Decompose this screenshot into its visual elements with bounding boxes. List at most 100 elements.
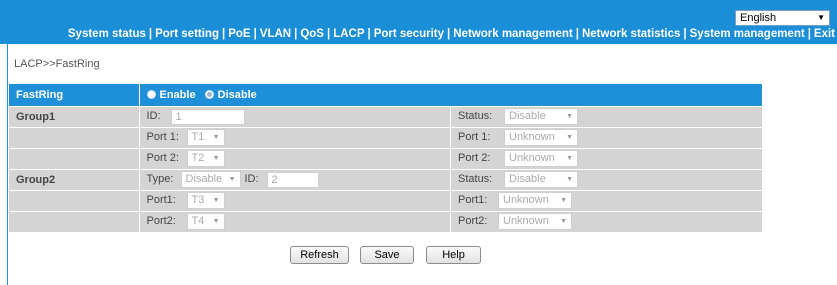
group2-port2-status-value: Unknown: [503, 215, 549, 227]
group1-id-row: Group1 ID: 1 Status: Disable ▼: [9, 106, 762, 128]
group1-id-cell: ID: 1: [139, 106, 451, 128]
group1-port1-status-label: Port 1:: [458, 131, 491, 144]
language-select[interactable]: English ▼: [735, 10, 830, 26]
group2-port2-status-select[interactable]: Unknown ▼: [498, 213, 572, 230]
group2-type-cell: Type: Disable ▼ ID: 2: [139, 169, 451, 191]
group1-status-label: Status:: [458, 110, 493, 123]
nav-lacp[interactable]: LACP: [333, 28, 364, 40]
group2-port1-value: T3: [191, 194, 205, 206]
chevron-down-icon: ▼: [212, 134, 220, 141]
nav-exit[interactable]: Exit: [814, 28, 835, 40]
nav-separator: |: [294, 28, 298, 40]
chevron-down-icon: ▼: [212, 197, 220, 204]
chevron-down-icon: ▼: [228, 176, 236, 183]
group1-port1-status-cell: Port 1: Unknown ▼: [450, 127, 762, 149]
nav-system-management[interactable]: System management: [690, 28, 805, 40]
group1-port2-label: Port 2:: [146, 152, 179, 165]
disable-label: Disable: [217, 88, 257, 101]
group1-port1-cell: Port 1: T1 ▼: [139, 127, 451, 149]
save-button[interactable]: Save: [360, 246, 414, 264]
enable-radio[interactable]: [146, 89, 156, 99]
group2-port1-status-cell: Port1: Unknown ▼: [450, 190, 762, 212]
group1-status-value: Disable: [509, 110, 546, 122]
chevron-down-icon: ▼: [560, 197, 567, 204]
group1-status-select[interactable]: Disable ▼: [504, 108, 578, 125]
group1-status-cell: Status: Disable ▼: [450, 106, 762, 128]
disable-radio[interactable]: [204, 89, 214, 99]
group1-port2-select[interactable]: T2 ▼: [186, 150, 225, 167]
group1-port2-status-label: Port 2:: [458, 152, 491, 165]
group1-port2-row: Port 2: T2 ▼ Port 2: Unknown ▼: [9, 148, 762, 170]
main-nav: System status | Port setting | PoE | VLAN | QoS |…: [68, 28, 835, 40]
group2-label: Group2: [9, 169, 140, 191]
group2-type-label: Type:: [146, 173, 174, 186]
nav-poe[interactable]: PoE: [228, 28, 250, 40]
nav-network-management[interactable]: Network management: [453, 28, 573, 40]
empty-cell: [9, 127, 140, 149]
group1-port1-status-select[interactable]: Unknown ▼: [504, 129, 578, 146]
chevron-down-icon: ▼: [566, 155, 573, 162]
nav-separator: |: [807, 28, 811, 40]
fastring-header-row: FastRing Enable Disable: [9, 84, 762, 107]
group1-port2-status-cell: Port 2: Unknown ▼: [450, 148, 762, 170]
empty-cell: [9, 211, 140, 233]
fastring-form-table: FastRing Enable Disable Group1 ID: 1 Stat…: [9, 84, 762, 233]
group2-type-select[interactable]: Disable ▼: [180, 171, 241, 188]
nav-separator: |: [575, 28, 579, 40]
refresh-button[interactable]: Refresh: [290, 246, 349, 264]
empty-cell: [9, 148, 140, 170]
breadcrumb: LACP>>FastRing: [14, 58, 100, 70]
group2-id-input[interactable]: 2: [266, 171, 319, 188]
group2-port1-status-value: Unknown: [503, 194, 549, 206]
top-header: English ▼ System status | Port setting | PoE…: [0, 0, 837, 44]
nav-separator: |: [367, 28, 371, 40]
empty-cell: [9, 190, 140, 212]
group2-port2-value: T4: [191, 215, 205, 227]
chevron-down-icon: ▼: [212, 155, 220, 162]
chevron-down-icon: ▼: [566, 134, 573, 141]
group2-port1-status-select[interactable]: Unknown ▼: [498, 192, 572, 209]
group2-port1-select[interactable]: T3 ▼: [186, 192, 225, 209]
group2-port1-cell: Port1: T3 ▼: [139, 190, 451, 212]
fastring-mode-cell: Enable Disable: [139, 84, 762, 107]
group2-type-row: Group2 Type: Disable ▼ ID: 2 Status: Disable ▼: [9, 169, 762, 191]
group2-status-value: Disable: [509, 173, 546, 185]
enable-label: Enable: [159, 88, 196, 101]
nav-qos[interactable]: QoS: [300, 28, 324, 40]
nav-separator: |: [148, 28, 153, 40]
nav-vlan[interactable]: VLAN: [260, 28, 291, 40]
group2-port1-status-label: Port1:: [458, 194, 488, 207]
group2-port2-cell: Port2: T4 ▼: [139, 211, 451, 233]
chevron-down-icon: ▼: [566, 176, 573, 183]
group1-port1-label: Port 1:: [146, 131, 179, 144]
group1-port2-cell: Port 2: T2 ▼: [139, 148, 451, 170]
nav-port-security[interactable]: Port security: [374, 28, 444, 40]
group2-port2-select[interactable]: T4 ▼: [186, 213, 225, 230]
group1-port1-status-value: Unknown: [509, 131, 555, 143]
nav-separator: |: [221, 28, 226, 40]
nav-separator: |: [326, 28, 331, 40]
chevron-down-icon: ▼: [212, 218, 220, 225]
group2-port2-label: Port2:: [146, 215, 176, 228]
group1-port1-select[interactable]: T1 ▼: [186, 129, 225, 146]
help-button[interactable]: Help: [426, 246, 481, 264]
group2-port2-status-label: Port2:: [458, 215, 488, 228]
fastring-label: FastRing: [9, 84, 140, 107]
language-value: English: [740, 12, 777, 24]
chevron-down-icon: ▼: [560, 218, 567, 225]
nav-separator: |: [683, 28, 687, 40]
group2-port2-status-cell: Port2: Unknown ▼: [450, 211, 762, 233]
group2-port1-row: Port1: T3 ▼ Port1: Unknown ▼: [9, 190, 762, 212]
group1-id-label: ID:: [146, 110, 161, 123]
group2-id-label: ID:: [244, 173, 259, 186]
group2-type-value: Disable: [185, 173, 223, 185]
nav-separator: |: [447, 28, 451, 40]
nav-network-statistics[interactable]: Network statistics: [582, 28, 680, 40]
group1-id-input[interactable]: 1: [170, 108, 245, 125]
nav-port-setting[interactable]: Port setting: [155, 28, 219, 40]
nav-system-status[interactable]: System status: [68, 28, 146, 40]
group1-port2-status-select[interactable]: Unknown ▼: [504, 150, 578, 167]
group2-status-label: Status:: [458, 173, 493, 186]
group2-status-select[interactable]: Disable ▼: [504, 171, 578, 188]
group1-label: Group1: [9, 106, 140, 128]
